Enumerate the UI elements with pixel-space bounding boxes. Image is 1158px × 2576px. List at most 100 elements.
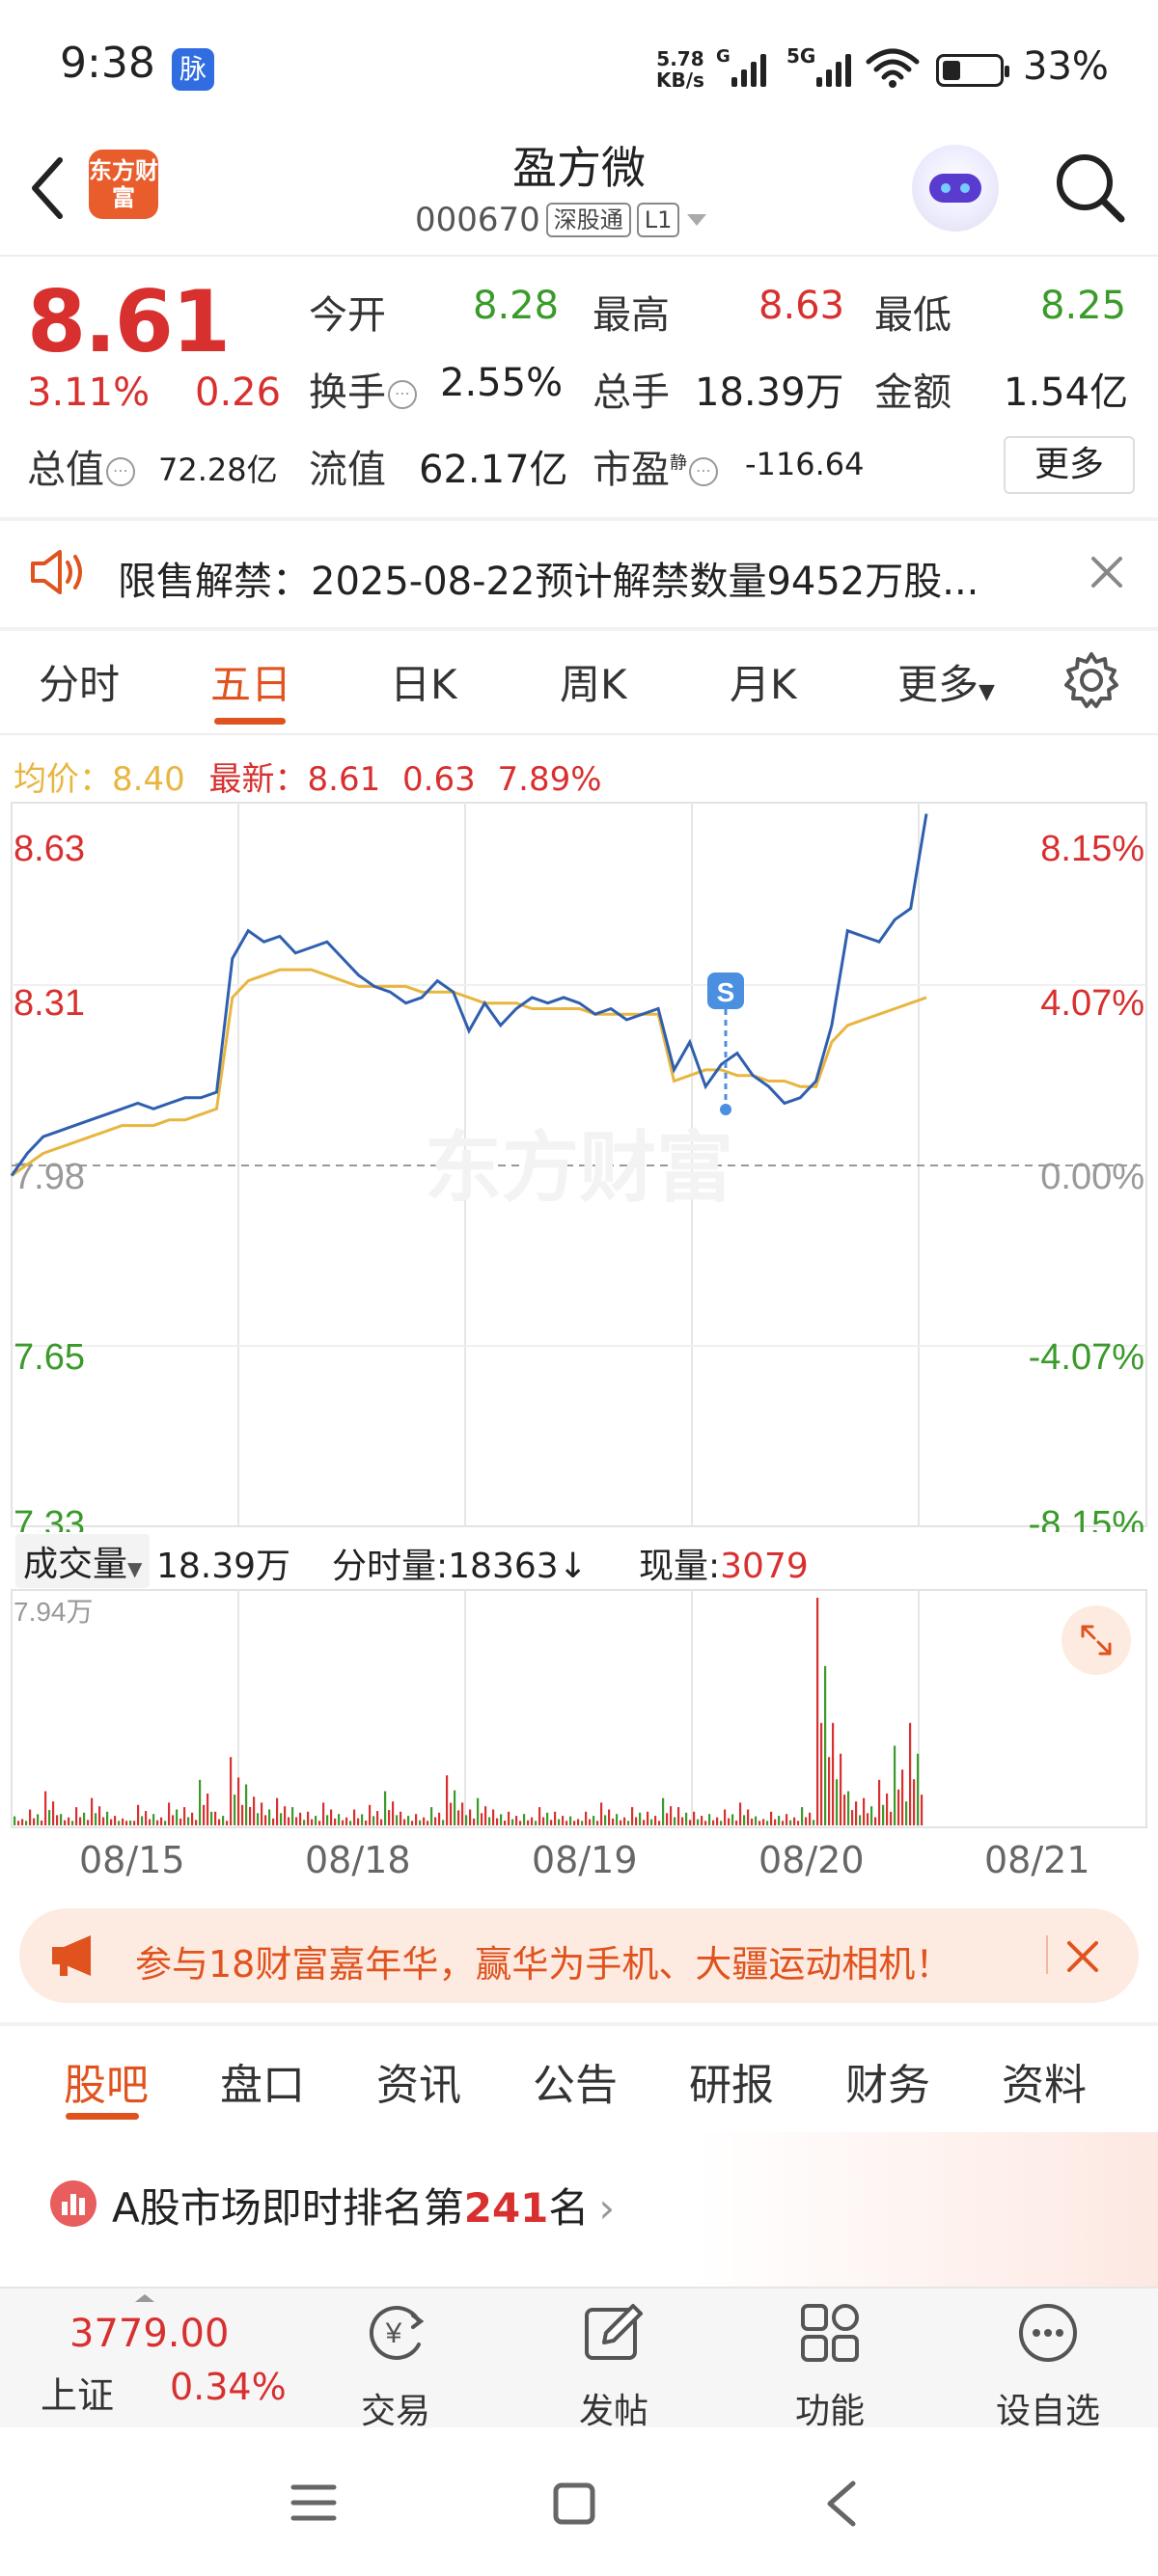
volume-bar [496, 1818, 499, 1825]
notice-divider [0, 627, 1158, 631]
pe-superscript: 静 [670, 452, 687, 474]
back-nav-icon[interactable] [822, 2480, 861, 2528]
unlock-notice[interactable]: 限售解禁：2025-08-22预计解禁数量9452万股... [0, 521, 1158, 627]
expand-button [1062, 1605, 1131, 1675]
latest-label: 最新： [208, 760, 308, 799]
volume-bar [345, 1817, 348, 1825]
volume-bar [114, 1816, 117, 1825]
tab-intraday[interactable]: 分时 [39, 652, 120, 711]
volume-bar [562, 1816, 565, 1825]
tab-profile[interactable]: 资料 [1002, 2050, 1087, 2112]
tab-weekly-k[interactable]: 周K [560, 652, 627, 711]
volume-bar [793, 1817, 796, 1825]
tab-research[interactable]: 研报 [689, 2050, 774, 2112]
volume-bar [546, 1812, 549, 1825]
status-bar: 9:38 脉 5.78 KB/s G 5G 33% [0, 0, 1158, 135]
rank-text: A股市场即时排名第241名 › [112, 2176, 615, 2234]
price-line [10, 813, 928, 1177]
tab-monthly-k[interactable]: 月K [730, 652, 797, 711]
volume-bar [106, 1811, 109, 1825]
index-name: 上证 [41, 2374, 115, 2417]
volume-bar [538, 1807, 541, 1825]
menu-icon[interactable] [290, 2481, 338, 2524]
tab-five-day[interactable]: 五日 [210, 652, 291, 711]
close-icon[interactable] [1090, 556, 1123, 589]
volume-bar [758, 1821, 761, 1825]
volume-bar [249, 1806, 252, 1825]
volume-chart[interactable]: 7.94万 [0, 1588, 1158, 1831]
volume-bar [326, 1815, 329, 1825]
volume-bar [654, 1816, 657, 1825]
price-chart[interactable]: 东方财富 8.63 8.31 7.98 7.65 7.33 8.15% 4.07% 0.00… [0, 799, 1158, 1532]
volume-bar [554, 1811, 557, 1825]
signal2-icon [816, 48, 851, 87]
speaker-icon [31, 550, 82, 594]
tab-daily-k[interactable]: 日K [390, 652, 457, 711]
volume-bar [179, 1818, 182, 1825]
nav-add-watchlist[interactable]: 设自选 [971, 2383, 1125, 2433]
volume-bar [44, 1791, 47, 1825]
volume-bar [226, 1821, 229, 1825]
volume-bar [396, 1815, 399, 1825]
volume-bar [207, 1794, 209, 1825]
volume-bar [747, 1809, 750, 1825]
volume-bar [56, 1815, 59, 1825]
volume-bar [886, 1794, 889, 1825]
search-icon[interactable] [1052, 150, 1129, 227]
volume-bar [882, 1804, 885, 1825]
current-volume-value: 3079 [720, 1547, 809, 1586]
nav-functions[interactable]: 功能 [753, 2383, 907, 2433]
volume-selector[interactable]: 成交量▼ [15, 1534, 151, 1588]
nav-post[interactable]: 发帖 [537, 2383, 691, 2433]
y-tick-right: 8.15% [1040, 829, 1144, 869]
tabs-divider [0, 733, 1158, 735]
volume-bar [41, 1821, 43, 1825]
volume-bar [48, 1810, 51, 1825]
volume-bar [639, 1812, 642, 1825]
tab-finance[interactable]: 财务 [845, 2050, 930, 2112]
volume-bar [419, 1820, 422, 1825]
open-label: 今开 [309, 293, 386, 338]
volume-bar [905, 1801, 908, 1825]
pe-label[interactable]: 市盈静 ⋯ [593, 438, 718, 494]
trade-icon[interactable]: ¥ [363, 2300, 428, 2366]
volume-bar [824, 1665, 827, 1825]
volume-bar [376, 1811, 379, 1825]
tab-orderbook[interactable]: 盘口 [220, 2050, 305, 2112]
volume-bar [365, 1821, 368, 1825]
bar-chart-icon [62, 2194, 85, 2215]
tab-guba[interactable]: 股吧 [64, 2050, 149, 2112]
turnover-label[interactable]: 换手 ⋯ [309, 361, 417, 417]
mktcap-label[interactable]: 总值 ⋯ [27, 438, 135, 494]
rank-icon [50, 2180, 96, 2227]
post-icon[interactable] [581, 2300, 647, 2366]
quote-more-button[interactable]: 更多 [1004, 436, 1135, 494]
stock-code-row[interactable]: 000670 深股通 L1 [415, 201, 708, 239]
volume-bar [129, 1821, 132, 1825]
volume-bar [627, 1821, 630, 1825]
sell-marker-letter: S [717, 977, 735, 1007]
close-icon[interactable] [1065, 1939, 1100, 1974]
amount-label: 金额 [874, 370, 951, 415]
volume-bar [187, 1817, 190, 1825]
functions-icon[interactable] [797, 2300, 863, 2366]
caret-down-icon: ▼ [127, 1557, 143, 1580]
tab-more[interactable]: 更多▼ [897, 652, 995, 711]
volume-bar [322, 1802, 325, 1825]
pe-value: -116.64 [745, 446, 865, 482]
tab-announcements[interactable]: 公告 [533, 2050, 618, 2112]
volume-bar [257, 1813, 260, 1825]
gear-icon[interactable] [1062, 650, 1121, 710]
nav-trade[interactable]: 交易 [318, 2383, 473, 2433]
volume-bar [434, 1817, 437, 1825]
volume-bar [384, 1791, 387, 1825]
volume-bar [739, 1802, 742, 1825]
more-icon[interactable] [1015, 2300, 1081, 2366]
tab-news[interactable]: 资讯 [376, 2050, 461, 2112]
volume-bar [454, 1790, 456, 1825]
index-value[interactable]: 3779.00 [69, 2312, 229, 2356]
assistant-avatar[interactable] [912, 145, 999, 232]
volume-bar [156, 1820, 159, 1825]
y-tick-right: 4.07% [1040, 983, 1144, 1024]
home-icon[interactable] [552, 2481, 596, 2526]
